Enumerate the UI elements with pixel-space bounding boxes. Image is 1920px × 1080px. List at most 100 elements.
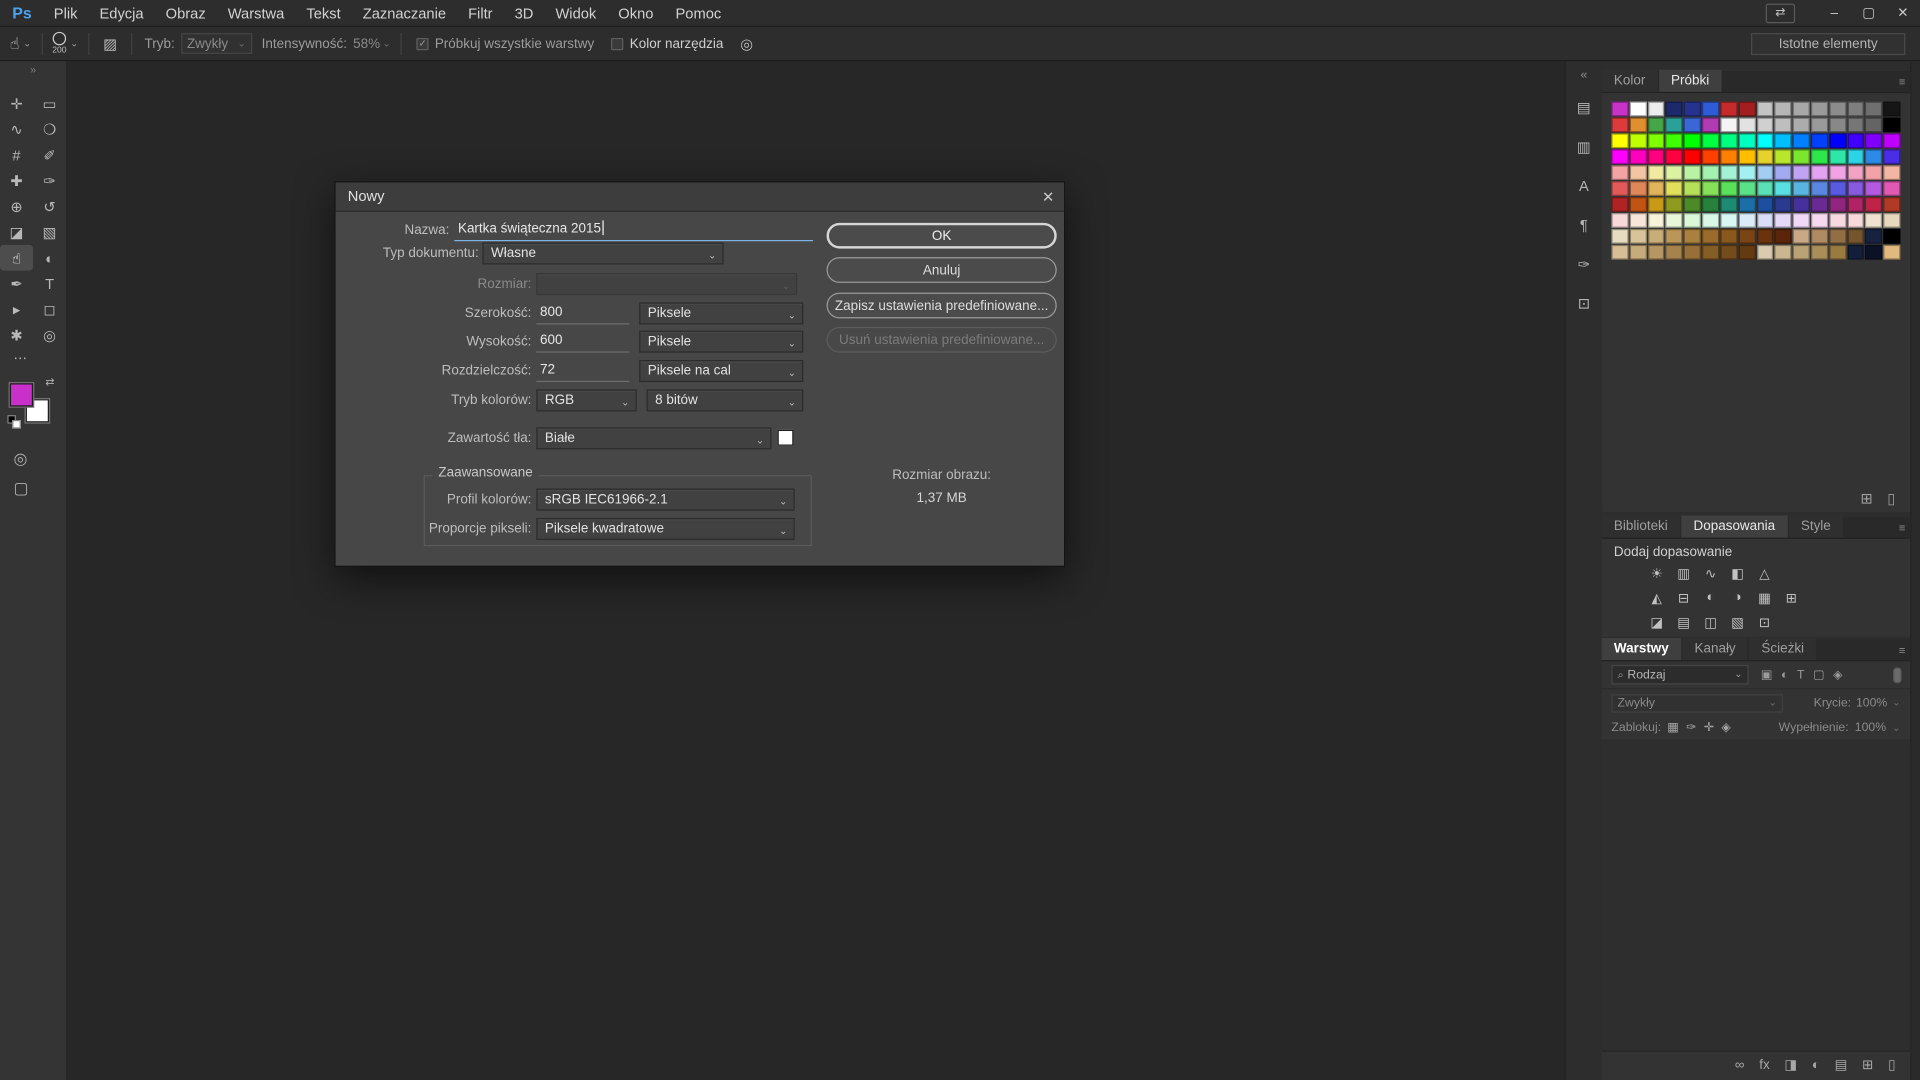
color-swatch[interactable] xyxy=(1666,165,1683,180)
color-swatch[interactable] xyxy=(1793,149,1810,164)
color-swatch[interactable] xyxy=(1702,149,1719,164)
new-swatch-icon[interactable]: ⊞ xyxy=(1860,491,1872,506)
color-swatch[interactable] xyxy=(1811,165,1828,180)
minimize-button[interactable]: – xyxy=(1817,0,1851,26)
layer-filter-toggle[interactable] xyxy=(1893,667,1902,683)
color-swatch[interactable] xyxy=(1865,245,1882,260)
color-swatch[interactable] xyxy=(1666,213,1683,228)
color-swatch[interactable] xyxy=(1793,133,1810,148)
color-swatch[interactable] xyxy=(1811,245,1828,260)
lock-position-icon[interactable]: ✛ xyxy=(1704,721,1714,734)
color-swatch[interactable] xyxy=(1720,149,1737,164)
new-layer-icon[interactable]: ⊞ xyxy=(1862,1059,1873,1072)
color-swatch[interactable] xyxy=(1865,213,1882,228)
menu-item-pomoc[interactable]: Pomoc xyxy=(664,4,732,21)
tool-preset-picker[interactable]: ☝ ⌄ xyxy=(10,34,32,54)
panel-menu-icon[interactable]: ≡ xyxy=(1899,76,1905,88)
color-swatch[interactable] xyxy=(1811,133,1828,148)
color-swatch[interactable] xyxy=(1684,213,1701,228)
width-unit-select[interactable]: Piksele ⌄ xyxy=(639,302,803,324)
brush-size-picker[interactable]: 200 xyxy=(52,32,66,55)
menu-item-warstwa[interactable]: Warstwa xyxy=(217,4,296,21)
panel-properties-icon[interactable]: ▥ xyxy=(1566,130,1602,164)
color-swatch[interactable] xyxy=(1883,181,1900,196)
color-swatch[interactable] xyxy=(1775,118,1792,133)
lock-all-icon[interactable]: ◈ xyxy=(1721,721,1730,734)
eyedropper-tool[interactable]: ✐ xyxy=(33,142,66,168)
workspace-switcher[interactable]: Istotne elementy xyxy=(1751,32,1905,54)
color-swatch[interactable] xyxy=(1648,229,1665,244)
adjustment-color-balance-icon[interactable]: ⊟ xyxy=(1675,590,1692,606)
new-group-icon[interactable]: ▤ xyxy=(1835,1059,1848,1072)
adjustment-color-lookup-icon[interactable]: ⊞ xyxy=(1783,590,1800,606)
color-profile-select[interactable]: sRGB IEC61966-2.1 ⌄ xyxy=(536,489,794,511)
color-swatch[interactable] xyxy=(1847,149,1864,164)
rectangular-marquee-tool[interactable]: ▭ xyxy=(33,91,66,117)
color-swatch[interactable] xyxy=(1648,149,1665,164)
color-swatch[interactable] xyxy=(1775,133,1792,148)
color-swatch[interactable] xyxy=(1829,229,1846,244)
color-swatch[interactable] xyxy=(1666,133,1683,148)
eraser-tool[interactable]: ◪ xyxy=(0,219,33,245)
adjustment-exposure-icon[interactable]: ◧ xyxy=(1729,565,1746,581)
adjustment-curves-icon[interactable]: ∿ xyxy=(1702,565,1719,581)
color-swatch[interactable] xyxy=(1702,229,1719,244)
bit-depth-select[interactable]: 8 bitów ⌄ xyxy=(647,389,804,411)
save-preset-button[interactable]: Zapisz ustawienia predefiniowane... xyxy=(827,293,1057,319)
color-swatch[interactable] xyxy=(1630,165,1647,180)
default-colors-icon[interactable] xyxy=(7,415,22,430)
color-swatch[interactable] xyxy=(1811,102,1828,117)
color-swatch[interactable] xyxy=(1666,102,1683,117)
more-tools-icon[interactable]: ⋯ xyxy=(0,348,66,370)
color-swatch[interactable] xyxy=(1648,165,1665,180)
color-swatch[interactable] xyxy=(1630,229,1647,244)
color-swatch[interactable] xyxy=(1684,118,1701,133)
menu-item-3d[interactable]: 3D xyxy=(504,4,545,21)
color-swatch[interactable] xyxy=(1847,118,1864,133)
color-swatch[interactable] xyxy=(1630,149,1647,164)
color-swatch[interactable] xyxy=(1757,181,1774,196)
lock-transparent-pixels-icon[interactable]: ▦ xyxy=(1667,721,1679,734)
quick-mask-icon[interactable]: ◎ xyxy=(13,451,66,467)
adjustment-threshold-icon[interactable]: ◫ xyxy=(1702,614,1719,630)
sample-all-layers-checkbox[interactable]: ✓ Próbkuj wszystkie warstwy xyxy=(416,36,594,51)
color-swatch[interactable] xyxy=(1720,181,1737,196)
color-swatch[interactable] xyxy=(1865,181,1882,196)
color-swatch[interactable] xyxy=(1829,149,1846,164)
adjustment-vibrance-icon[interactable]: △ xyxy=(1756,565,1773,581)
color-mode-select[interactable]: RGB ⌄ xyxy=(536,389,636,411)
color-swatch[interactable] xyxy=(1684,133,1701,148)
color-swatch[interactable] xyxy=(1757,149,1774,164)
color-swatch[interactable] xyxy=(1793,181,1810,196)
history-brush-tool[interactable]: ↺ xyxy=(33,193,66,219)
color-swatch[interactable] xyxy=(1720,133,1737,148)
menu-item-tekst[interactable]: Tekst xyxy=(295,4,351,21)
color-swatch[interactable] xyxy=(1702,102,1719,117)
tab-biblioteki[interactable]: Biblioteki xyxy=(1602,516,1680,538)
color-swatch[interactable] xyxy=(1775,149,1792,164)
color-swatch[interactable] xyxy=(1738,229,1755,244)
color-swatch[interactable] xyxy=(1666,181,1683,196)
color-swatch[interactable] xyxy=(1611,229,1628,244)
color-swatch[interactable] xyxy=(1793,197,1810,212)
color-swatch[interactable] xyxy=(1611,118,1628,133)
color-swatch[interactable] xyxy=(1630,197,1647,212)
color-swatch[interactable] xyxy=(1630,245,1647,260)
add-layer-mask-icon[interactable]: ◨ xyxy=(1784,1059,1797,1072)
color-swatch[interactable] xyxy=(1829,165,1846,180)
color-swatch[interactable] xyxy=(1684,102,1701,117)
color-swatch[interactable] xyxy=(1775,181,1792,196)
color-swatch[interactable] xyxy=(1865,133,1882,148)
color-swatch[interactable] xyxy=(1793,213,1810,228)
height-unit-select[interactable]: Piksele ⌄ xyxy=(639,331,803,353)
adjustment-selective-color-icon[interactable]: ⊡ xyxy=(1756,614,1773,630)
color-swatch[interactable] xyxy=(1666,229,1683,244)
adjustment-photo-filter-icon[interactable]: ◑ xyxy=(1729,590,1746,605)
color-swatch[interactable] xyxy=(1757,229,1774,244)
color-swatch[interactable] xyxy=(1757,102,1774,117)
color-swatch[interactable] xyxy=(1775,229,1792,244)
color-swatch[interactable] xyxy=(1738,213,1755,228)
color-swatch[interactable] xyxy=(1793,102,1810,117)
background-color-chip[interactable] xyxy=(778,430,794,446)
close-icon[interactable]: ✕ xyxy=(1042,182,1054,211)
